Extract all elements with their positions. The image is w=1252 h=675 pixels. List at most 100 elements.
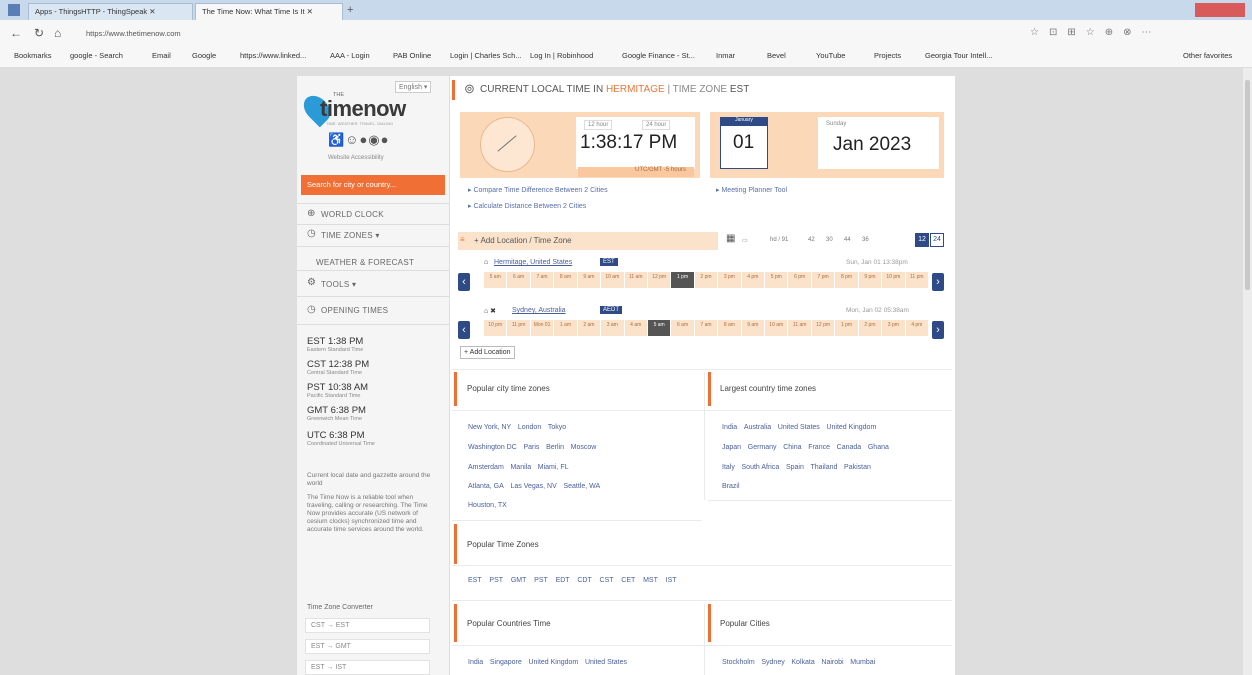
toolbar-option[interactable]: 42 <box>808 237 815 243</box>
country-link[interactable]: Germany <box>748 444 777 451</box>
logo-text[interactable]: timenow <box>320 96 406 122</box>
city-link[interactable]: Kolkata <box>791 659 814 666</box>
country-link[interactable]: United Kingdom <box>528 659 578 666</box>
bookmark-item[interactable]: PAB Online <box>393 51 431 60</box>
hour-cell[interactable]: 2 pm <box>859 320 883 336</box>
home-marker-icon[interactable]: ⌂ ✖ <box>484 307 496 315</box>
planner-link[interactable]: ▸ Meeting Planner Tool <box>716 186 787 194</box>
country-link[interactable]: South Africa <box>742 464 780 471</box>
toolbar-option[interactable]: 36 <box>862 237 869 243</box>
tz-link[interactable]: EST <box>468 577 482 584</box>
hour-cell[interactable]: 2 pm <box>695 272 719 288</box>
city-link[interactable]: Tokyo <box>548 424 566 431</box>
city-link[interactable]: Berlin <box>546 444 564 451</box>
tz-link[interactable]: IST <box>666 577 677 584</box>
bookmark-item[interactable]: Bookmarks <box>14 51 52 60</box>
city-link[interactable]: Miami, FL <box>538 464 569 471</box>
zone-utc[interactable]: UTC 6:38 PM <box>307 430 365 441</box>
hour-cell[interactable]: 1 am <box>554 320 578 336</box>
city-link[interactable]: Atlanta, GA <box>468 483 504 490</box>
add-location-input[interactable]: + Add Location / Time Zone <box>474 236 572 245</box>
zone-gmt[interactable]: GMT 6:38 PM <box>307 405 366 416</box>
city-link[interactable]: Sydney <box>761 659 784 666</box>
zone-cst[interactable]: CST 12:38 PM <box>307 359 369 370</box>
location-1-name[interactable]: Hermitage, United States <box>494 259 572 266</box>
hour-cell[interactable]: 7 am <box>531 272 555 288</box>
hour-cell[interactable]: 6 am <box>671 320 695 336</box>
scroll-right-button[interactable]: › <box>932 273 944 291</box>
country-link[interactable]: Australia <box>744 424 771 431</box>
bookmark-item[interactable]: https://www.linked... <box>240 51 306 60</box>
country-link[interactable]: Canada <box>837 444 862 451</box>
city-link[interactable]: Amsterdam <box>468 464 504 471</box>
hour-cell[interactable]: 7 pm <box>812 272 836 288</box>
country-link[interactable]: Italy <box>722 464 735 471</box>
bookmark-item[interactable]: Bevel <box>767 51 786 60</box>
hour-cell[interactable]: 3 pm <box>718 272 742 288</box>
tz-link[interactable]: CET <box>621 577 635 584</box>
tab-actions-icon[interactable] <box>8 4 20 16</box>
country-link[interactable]: Pakistan <box>844 464 871 471</box>
tz-link[interactable]: CDT <box>577 577 591 584</box>
hour-cell[interactable]: 6 pm <box>788 272 812 288</box>
bookmark-item[interactable]: Login | Charles Sch... <box>450 51 522 60</box>
converter-est-gmt[interactable]: EST → GMT <box>305 639 430 654</box>
country-link[interactable]: Ghana <box>868 444 889 451</box>
city-link[interactable]: Las Vegas, NV <box>510 483 556 490</box>
hour-cell[interactable]: 1 pm <box>671 272 695 288</box>
hour-cell[interactable]: 3 pm <box>882 320 906 336</box>
city-link[interactable]: Manila <box>510 464 531 471</box>
bookmark-item[interactable]: Projects <box>874 51 901 60</box>
hour-cell[interactable]: 8 am <box>718 320 742 336</box>
bookmark-item[interactable]: google - Search <box>70 51 123 60</box>
hour-strip[interactable]: 10 pm 11 pm Mon 01 1 am 2 am 3 am 4 am 5 am 6 am… <box>484 320 929 336</box>
hour-cell[interactable]: 5 am <box>484 272 508 288</box>
hour-cell[interactable]: 7 am <box>695 320 719 336</box>
bookmark-item[interactable]: Email <box>152 51 171 60</box>
city-link[interactable]: Nairobi <box>821 659 843 666</box>
close-icon[interactable]: ✕ <box>149 7 155 16</box>
close-icon[interactable]: ✕ <box>307 7 313 16</box>
bookmark-item[interactable]: Georgia Tour Intell... <box>925 51 992 60</box>
url-input[interactable]: https://www.thetimenow.com <box>86 29 181 38</box>
new-tab-button[interactable]: + <box>347 4 361 17</box>
city-link[interactable]: Mumbai <box>850 659 875 666</box>
hour-cell[interactable]: 1 pm <box>835 320 859 336</box>
menu-weather[interactable]: WEATHER & FORECAST <box>316 258 414 267</box>
distance-link[interactable]: ▸ Calculate Distance Between 2 Cities <box>468 202 586 210</box>
city-link[interactable]: London <box>518 424 541 431</box>
bookmark-item[interactable]: Log In | Robinhood <box>530 51 593 60</box>
toolbar-option[interactable]: ▭ <box>742 237 748 244</box>
city-link[interactable]: Houston, TX <box>468 502 507 509</box>
tz-link[interactable]: GMT <box>511 577 527 584</box>
accessibility-link[interactable]: Website Accessibility <box>328 155 384 161</box>
toolbar-option[interactable]: hd / 91 <box>770 237 788 243</box>
hour-cell[interactable]: 4 pm <box>742 272 766 288</box>
hour-cell[interactable]: 4 am <box>625 320 648 336</box>
hour-cell[interactable]: 10 pm <box>484 320 508 336</box>
bookmark-item[interactable]: Google <box>192 51 216 60</box>
hour-cell[interactable]: 11 am <box>625 272 648 288</box>
compare-link[interactable]: ▸ Compare Time Difference Between 2 Citi… <box>468 186 608 194</box>
bookmark-item[interactable]: Other favorites <box>1183 51 1232 60</box>
bookmark-item[interactable]: Inmar <box>716 51 735 60</box>
scroll-left-button[interactable]: ‹ <box>458 273 470 291</box>
menu-tools[interactable]: TOOLS ▾ <box>321 280 356 289</box>
country-link[interactable]: France <box>808 444 830 451</box>
tz-link[interactable]: EDT <box>556 577 570 584</box>
language-select[interactable]: English ▾ <box>395 81 432 93</box>
tz-link[interactable]: PST <box>489 577 503 584</box>
calendar-small-icon[interactable]: ▦ <box>726 233 735 244</box>
hour-cell[interactable]: 11 am <box>788 320 812 336</box>
country-link[interactable]: United Kingdom <box>826 424 876 431</box>
scroll-left-button[interactable]: ‹ <box>458 321 470 339</box>
tz-link[interactable]: PST <box>534 577 548 584</box>
hour-cell[interactable]: 10 am <box>765 320 789 336</box>
country-link[interactable]: Thailand <box>811 464 838 471</box>
window-controls[interactable] <box>1195 3 1245 17</box>
country-link[interactable]: Spain <box>786 464 804 471</box>
country-link[interactable]: Japan <box>722 444 741 451</box>
add-location-button[interactable]: + Add Location <box>460 346 515 359</box>
city-link[interactable]: Paris <box>523 444 539 451</box>
bookmark-item[interactable]: Google Finance - St... <box>622 51 695 60</box>
